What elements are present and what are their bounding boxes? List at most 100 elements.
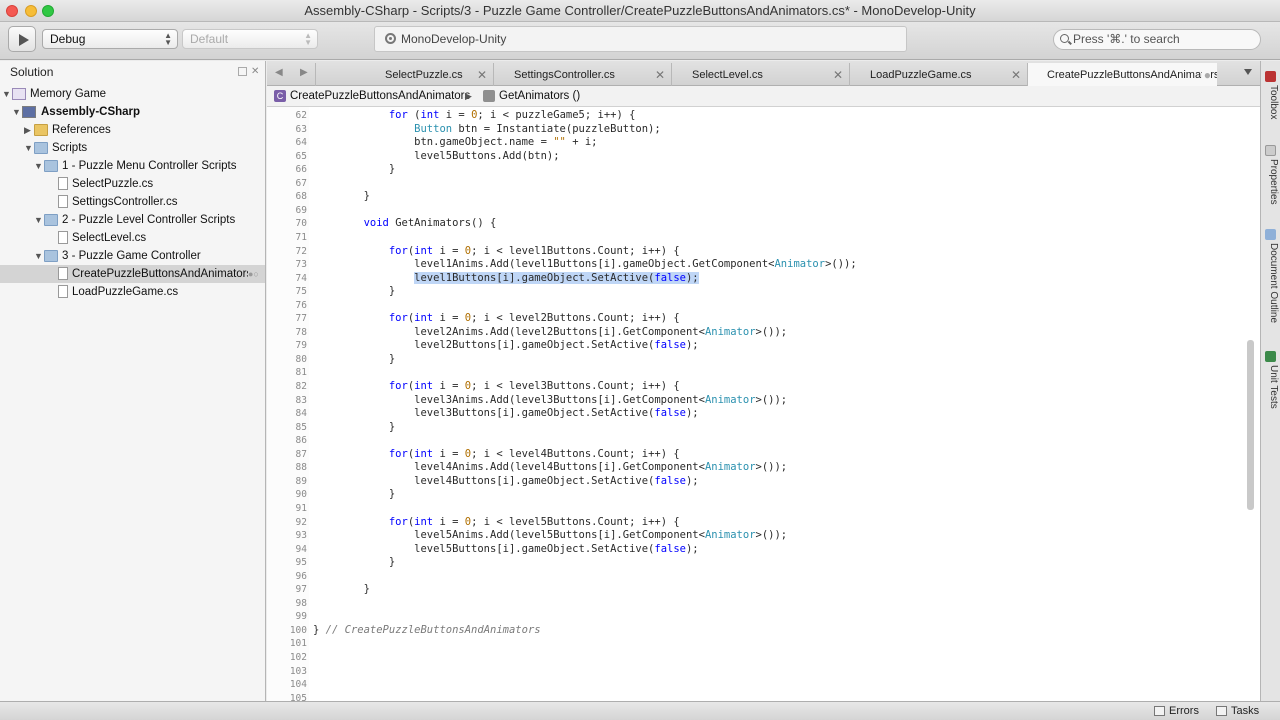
- tab-select-puzzle[interactable]: SelectPuzzle.cs ✕: [315, 63, 493, 86]
- code-text: level5Anims.Add(level5Buttons[i].GetComp…: [313, 529, 788, 542]
- tab-forward-icon[interactable]: ▶: [300, 67, 308, 78]
- pad-close-icon[interactable]: ✕: [251, 67, 260, 77]
- zoom-window-button[interactable]: [42, 5, 54, 17]
- tab-back-icon[interactable]: ◀: [275, 67, 283, 78]
- solution-tree: ▼ Memory Game ▼ Assembly-CSharp ▶ Refere…: [0, 85, 265, 301]
- code-line[interactable]: 77 for(int i = 0; i < level2Buttons.Coun…: [267, 312, 1260, 326]
- code-line[interactable]: 81: [267, 366, 1260, 380]
- dock-unit-tests-tab[interactable]: Unit Tests: [1263, 365, 1279, 409]
- tree-item-file[interactable]: LoadPuzzleGame.cs: [0, 283, 265, 301]
- expanded-triangle-icon[interactable]: ▼: [34, 211, 43, 229]
- code-line[interactable]: 63 Button btn = Instantiate(puzzleButton…: [267, 123, 1260, 137]
- code-line[interactable]: 76: [267, 299, 1260, 313]
- expanded-triangle-icon[interactable]: ▼: [12, 103, 21, 121]
- item-options-icon[interactable]: ●○: [248, 265, 259, 283]
- tree-item-folder-1[interactable]: ▼ 1 - Puzzle Menu Controller Scripts: [0, 157, 265, 175]
- tree-item-file[interactable]: SelectLevel.cs: [0, 229, 265, 247]
- code-line[interactable]: 90 }: [267, 488, 1260, 502]
- code-line[interactable]: 73 level1Anims.Add(level1Buttons[i].game…: [267, 258, 1260, 272]
- code-line[interactable]: 99: [267, 610, 1260, 624]
- target-platform-select[interactable]: Default ▲ ▼: [182, 29, 318, 49]
- code-line[interactable]: 98: [267, 597, 1260, 611]
- tree-item-project[interactable]: ▼ Assembly-CSharp: [0, 103, 265, 121]
- dock-document-outline-tab[interactable]: Document Outline: [1263, 243, 1279, 323]
- code-line[interactable]: 83 level3Anims.Add(level3Buttons[i].GetC…: [267, 394, 1260, 408]
- code-line[interactable]: 75 }: [267, 285, 1260, 299]
- code-line[interactable]: 89 level4Buttons[i].gameObject.SetActive…: [267, 475, 1260, 489]
- tasks-button[interactable]: Tasks: [1215, 702, 1259, 720]
- tab-settings-controller[interactable]: SettingsController.cs ✕: [493, 63, 671, 86]
- code-line[interactable]: 69: [267, 204, 1260, 218]
- code-line[interactable]: 82 for(int i = 0; i < level3Buttons.Coun…: [267, 380, 1260, 394]
- dock-properties-tab[interactable]: Properties: [1263, 159, 1279, 205]
- code-line[interactable]: 78 level2Anims.Add(level2Buttons[i].GetC…: [267, 326, 1260, 340]
- code-line[interactable]: 62 for (int i = 0; i < puzzleGame5; i++)…: [267, 109, 1260, 123]
- tab-modified-icon[interactable]: ●: [1201, 63, 1211, 87]
- code-line[interactable]: 71: [267, 231, 1260, 245]
- tree-item-references[interactable]: ▶ References: [0, 121, 265, 139]
- tab-create-puzzle-buttons[interactable]: CreatePuzzleButtonsAndAnimators.cs ●: [1027, 63, 1217, 87]
- code-line[interactable]: 95 }: [267, 556, 1260, 570]
- tree-item-solution[interactable]: ▼ Memory Game: [0, 85, 265, 103]
- code-line[interactable]: 101: [267, 637, 1260, 651]
- tree-item-file-selected[interactable]: CreatePuzzleButtonsAndAnimators.cs ●○: [0, 265, 265, 283]
- code-line[interactable]: 65 level5Buttons.Add(btn);: [267, 150, 1260, 164]
- tab-close-icon[interactable]: ✕: [655, 63, 665, 88]
- code-line[interactable]: 66 }: [267, 163, 1260, 177]
- tab-close-icon[interactable]: ✕: [833, 63, 843, 88]
- line-number: 63: [295, 123, 307, 135]
- search-input[interactable]: Press '⌘.' to search: [1053, 29, 1261, 50]
- dock-toolbox-tab[interactable]: Toolbox: [1263, 85, 1279, 119]
- code-line[interactable]: 88 level4Anims.Add(level4Buttons[i].GetC…: [267, 461, 1260, 475]
- code-line[interactable]: 96: [267, 570, 1260, 584]
- tree-item-file[interactable]: SelectPuzzle.cs: [0, 175, 265, 193]
- tab-close-icon[interactable]: ✕: [1011, 63, 1021, 88]
- expanded-triangle-icon[interactable]: ▼: [34, 247, 43, 265]
- breadcrumb-method[interactable]: GetAnimators (): [499, 86, 580, 106]
- code-line[interactable]: 94 level5Buttons[i].gameObject.SetActive…: [267, 543, 1260, 557]
- expanded-triangle-icon[interactable]: ▼: [34, 157, 43, 175]
- breadcrumb-class[interactable]: CreatePuzzleButtonsAndAnimators: [290, 86, 470, 106]
- code-line[interactable]: 72 for(int i = 0; i < level1Buttons.Coun…: [267, 245, 1260, 259]
- build-configuration-select[interactable]: Debug ▲ ▼: [42, 29, 178, 49]
- code-line[interactable]: 102: [267, 651, 1260, 665]
- code-line[interactable]: 92 for(int i = 0; i < level5Buttons.Coun…: [267, 516, 1260, 530]
- minimize-window-button[interactable]: [25, 5, 37, 17]
- collapsed-triangle-icon[interactable]: ▶: [24, 121, 31, 139]
- code-line[interactable]: 64 btn.gameObject.name = "" + i;: [267, 136, 1260, 150]
- pad-minimize-button[interactable]: [238, 67, 247, 76]
- code-line[interactable]: 80 }: [267, 353, 1260, 367]
- code-editor[interactable]: 62 for (int i = 0; i < puzzleGame5; i++)…: [267, 107, 1260, 701]
- tab-close-icon[interactable]: ✕: [477, 63, 487, 88]
- code-line[interactable]: 67: [267, 177, 1260, 191]
- code-line[interactable]: 87 for(int i = 0; i < level4Buttons.Coun…: [267, 448, 1260, 462]
- errors-button[interactable]: Errors: [1153, 702, 1199, 720]
- code-line[interactable]: 91: [267, 502, 1260, 516]
- run-button[interactable]: [8, 26, 36, 52]
- code-line[interactable]: 70 void GetAnimators() {: [267, 217, 1260, 231]
- code-line[interactable]: 100} // CreatePuzzleButtonsAndAnimators: [267, 624, 1260, 638]
- code-line[interactable]: 93 level5Anims.Add(level5Buttons[i].GetC…: [267, 529, 1260, 543]
- code-line[interactable]: 104: [267, 678, 1260, 692]
- code-line[interactable]: 86: [267, 434, 1260, 448]
- line-number: 101: [289, 638, 307, 650]
- tab-list-dropdown-icon[interactable]: [1244, 69, 1252, 75]
- code-line[interactable]: 85 }: [267, 421, 1260, 435]
- close-window-button[interactable]: [6, 5, 18, 17]
- tree-item-file[interactable]: SettingsController.cs: [0, 193, 265, 211]
- tab-select-level[interactable]: SelectLevel.cs ✕: [671, 63, 849, 86]
- editor-vertical-scrollbar[interactable]: [1247, 340, 1254, 510]
- code-line[interactable]: 79 level2Buttons[i].gameObject.SetActive…: [267, 339, 1260, 353]
- tree-item-folder-2[interactable]: ▼ 2 - Puzzle Level Controller Scripts: [0, 211, 265, 229]
- tree-item-scripts[interactable]: ▼ Scripts: [0, 139, 265, 157]
- expanded-triangle-icon[interactable]: ▼: [2, 85, 11, 103]
- tree-item-folder-3[interactable]: ▼ 3 - Puzzle Game Controller: [0, 247, 265, 265]
- code-line[interactable]: 103: [267, 665, 1260, 679]
- tab-load-puzzle-game[interactable]: LoadPuzzleGame.cs ✕: [849, 63, 1027, 86]
- expanded-triangle-icon[interactable]: ▼: [24, 139, 33, 157]
- code-line[interactable]: 74 level1Buttons[i].gameObject.SetActive…: [267, 271, 1260, 286]
- code-line[interactable]: 105: [267, 692, 1260, 701]
- code-line[interactable]: 84 level3Buttons[i].gameObject.SetActive…: [267, 407, 1260, 421]
- code-line[interactable]: 97 }: [267, 583, 1260, 597]
- code-line[interactable]: 68 }: [267, 190, 1260, 204]
